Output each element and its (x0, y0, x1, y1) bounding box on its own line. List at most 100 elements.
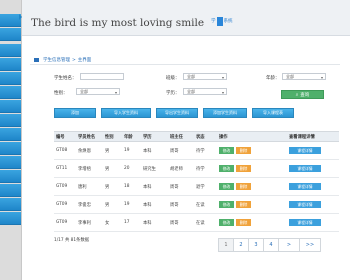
sidebar-item-14[interactable] (0, 198, 21, 211)
search-icon: ⌕ (295, 92, 299, 98)
sidebar-item-8[interactable] (0, 114, 21, 127)
edit-button[interactable]: 修改 (219, 219, 234, 226)
page-button-1[interactable]: 1 (218, 238, 234, 252)
page-button-2[interactable]: 2 (233, 238, 249, 252)
gender-label: 性别： (54, 91, 68, 96)
col-header-gender: 性别 (103, 131, 122, 142)
delete-button[interactable]: 删除 (236, 183, 251, 190)
sidebar-item-15[interactable] (0, 212, 21, 225)
cell-teacher: 周哥 (168, 141, 194, 160)
table-header-row: 编号 学员姓名 性别 年龄 学历 班主任 状态 操作 查看课程详情 (54, 131, 339, 142)
page-title: The bird is my most loving smile (31, 17, 205, 29)
sidebar-item-11[interactable] (0, 156, 21, 169)
cell-gender: 男 (103, 177, 122, 196)
sidebar-item-4[interactable] (0, 58, 21, 71)
chevron-down-icon: ▾ (221, 75, 224, 80)
table-row: GT09 李事利 女 17 本科 周哥 在读 修改 删除 课程详情 (54, 213, 339, 232)
export-student-button[interactable]: 导出学生资料 (156, 108, 198, 118)
cell-gender: 男 (103, 159, 122, 178)
sidebar-item-2[interactable] (0, 28, 21, 41)
page-button-3[interactable]: 3 (248, 238, 264, 252)
search-button[interactable]: ⌕ 查询 (281, 90, 324, 99)
logo-block-icon (216, 16, 223, 26)
cell-education: 本科 (141, 213, 168, 232)
next-page-button[interactable]: > (278, 238, 300, 252)
cell-teacher: 周哥 (168, 213, 194, 232)
course-details-button[interactable]: 课程详情 (289, 165, 321, 172)
breadcrumb-separator: > (72, 57, 76, 63)
class-select[interactable]: 全部 ▾ (183, 73, 227, 80)
sidebar-item-6[interactable] (0, 86, 21, 99)
last-page-button[interactable]: >> (299, 238, 321, 252)
edit-button[interactable]: 修改 (219, 147, 234, 154)
cell-actions: 修改 删除 (217, 177, 287, 196)
student-name-input[interactable] (80, 73, 124, 80)
edit-button[interactable]: 修改 (219, 201, 234, 208)
pagination: 1 2 3 4 > >> (218, 238, 321, 252)
cell-status: 在读 (194, 213, 217, 232)
sidebar-item-7[interactable] (0, 100, 21, 113)
cell-id: GT09 (54, 195, 76, 214)
gender-select-value: 全部 (80, 89, 88, 94)
cell-age: 17 (122, 213, 141, 232)
cell-details: 课程详情 (287, 177, 339, 196)
cell-age: 20 (122, 159, 141, 178)
delete-button[interactable]: 删除 (236, 201, 251, 208)
chevron-down-icon: ▾ (114, 90, 117, 95)
course-details-button[interactable]: 课程详情 (289, 147, 321, 154)
age-label: 年龄： (266, 76, 280, 81)
course-details-button[interactable]: 课程详情 (289, 183, 321, 190)
cell-details: 课程详情 (287, 141, 339, 160)
edit-button[interactable]: 修改 (219, 165, 234, 172)
cell-education: 本科 (141, 141, 168, 160)
delete-button[interactable]: 删除 (236, 165, 251, 172)
sidebar-item-1[interactable] (0, 14, 21, 27)
education-label: 学历： (166, 91, 180, 96)
sidebar-item-10[interactable] (0, 142, 21, 155)
add-student-info-button[interactable]: 添加学生资料 (203, 108, 247, 118)
chevron-down-icon: ▾ (320, 75, 323, 80)
import-schedule-button[interactable]: 导入课程表 (252, 108, 294, 118)
header: The bird is my most loving smile 学 系统 (22, 0, 350, 36)
education-select[interactable]: 全部 ▾ (183, 88, 227, 95)
cell-teacher: 周哥 (168, 177, 194, 196)
sidebar-item-9[interactable] (0, 128, 21, 141)
sidebar-item-5[interactable] (0, 72, 21, 85)
age-select-value: 全部 (286, 74, 294, 79)
cell-age: 19 (122, 195, 141, 214)
logo-text-left: 学 (211, 19, 216, 24)
table-row: GT11 李增梧 男 20 研究生 胡老师 待学 修改 删除 课程详情 (54, 159, 339, 178)
page-button-4[interactable]: 4 (263, 238, 279, 252)
cell-actions: 修改 删除 (217, 141, 287, 160)
cell-id: GT11 (54, 159, 76, 178)
sidebar-item-12[interactable] (0, 170, 21, 183)
total-count: 1/17 共 81条数据 (54, 238, 90, 243)
sidebar-item-3[interactable] (0, 44, 21, 57)
breadcrumb-item-2[interactable]: 主界面 (78, 57, 92, 63)
cell-gender: 男 (103, 195, 122, 214)
age-select[interactable]: 全部 ▾ (282, 73, 326, 80)
student-table: 编号 学员姓名 性别 年龄 学历 班主任 状态 操作 查看课程详情 GT08 余… (54, 131, 339, 232)
cell-name: 李事利 (76, 213, 103, 232)
cell-status: 待学 (194, 159, 217, 178)
cell-teacher: 胡老师 (168, 159, 194, 178)
cell-details: 课程详情 (287, 213, 339, 232)
breadcrumb-divider (30, 64, 340, 65)
course-details-button[interactable]: 课程详情 (289, 219, 321, 226)
col-header-status: 状态 (194, 131, 217, 142)
delete-button[interactable]: 删除 (236, 219, 251, 226)
cell-status: 退学 (194, 177, 217, 196)
breadcrumb-item-1[interactable]: 学生信息管理 (43, 57, 70, 63)
col-header-actions: 操作 (217, 131, 287, 142)
sidebar-item-13[interactable] (0, 184, 21, 197)
import-student-button[interactable]: 导入学生资料 (101, 108, 151, 118)
gender-select[interactable]: 全部 ▾ (76, 88, 120, 95)
edit-button[interactable]: 修改 (219, 183, 234, 190)
course-details-button[interactable]: 课程详情 (289, 201, 321, 208)
col-header-age: 年龄 (122, 131, 141, 142)
delete-button[interactable]: 删除 (236, 147, 251, 154)
col-header-education: 学历 (141, 131, 168, 142)
add-button[interactable]: 添加 (54, 108, 96, 118)
cell-status: 在读 (194, 195, 217, 214)
